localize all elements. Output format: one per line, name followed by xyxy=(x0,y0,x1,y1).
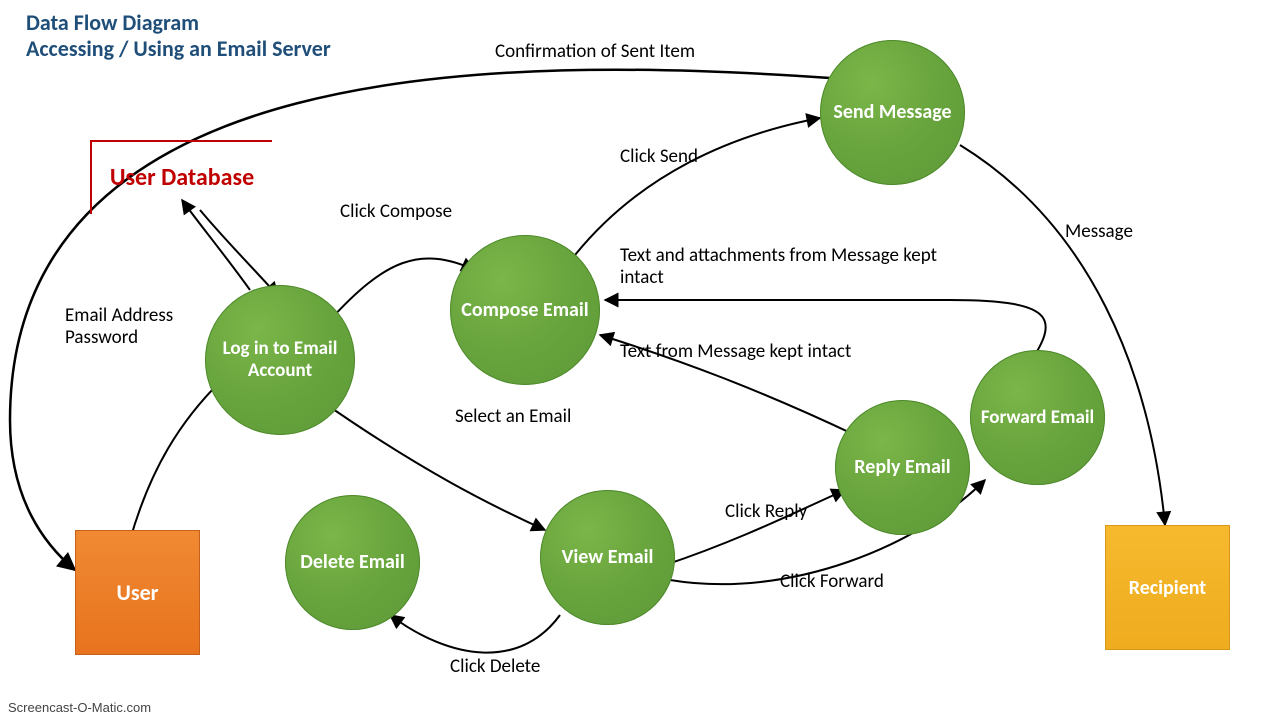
watermark: Screencast-O-Matic.com xyxy=(4,699,155,716)
flow-text-only: Text from Message kept intact xyxy=(620,340,851,363)
diagram-canvas: Data Flow Diagram Accessing / Using an E… xyxy=(0,0,1280,720)
entity-label: Recipient xyxy=(1129,576,1207,600)
process-label: Send Message xyxy=(829,97,955,128)
flow-email-pw: Email Address Password xyxy=(65,305,205,349)
process-view: View Email xyxy=(540,490,675,625)
process-label: Reply Email xyxy=(850,452,954,483)
datastore-label: User Database xyxy=(110,165,254,191)
flow-click-reply: Click Reply xyxy=(725,500,807,523)
process-label: Forward Email xyxy=(977,403,1098,433)
entity-label: User xyxy=(116,579,158,606)
process-reply: Reply Email xyxy=(835,400,970,535)
flow-click-forward: Click Forward xyxy=(780,570,884,593)
process-delete: Delete Email xyxy=(285,495,420,630)
process-login: Log in to Email Account xyxy=(205,285,355,435)
flow-message: Message xyxy=(1065,220,1133,243)
flow-click-delete: Click Delete xyxy=(450,655,540,678)
flow-text-attachments: Text and attachments from Message kept i… xyxy=(620,245,940,289)
flow-click-send: Click Send xyxy=(620,145,698,168)
process-label: Delete Email xyxy=(296,547,409,578)
datastore-user-database: User Database xyxy=(90,140,272,214)
entity-recipient: Recipient xyxy=(1105,525,1230,650)
flow-confirmation: Confirmation of Sent Item xyxy=(495,40,695,63)
diagram-title: Data Flow Diagram Accessing / Using an E… xyxy=(26,10,331,62)
process-send: Send Message xyxy=(820,40,965,185)
title-line-1: Data Flow Diagram xyxy=(26,10,331,36)
process-forward: Forward Email xyxy=(970,350,1105,485)
flow-select-email: Select an Email xyxy=(455,405,571,428)
process-label: Log in to Email Account xyxy=(205,334,355,386)
process-compose: Compose Email xyxy=(450,235,600,385)
process-label: View Email xyxy=(558,542,658,573)
title-line-2: Accessing / Using an Email Server xyxy=(26,36,331,62)
flow-click-compose: Click Compose xyxy=(340,200,452,223)
process-label: Compose Email xyxy=(457,295,592,326)
entity-user: User xyxy=(75,530,200,655)
